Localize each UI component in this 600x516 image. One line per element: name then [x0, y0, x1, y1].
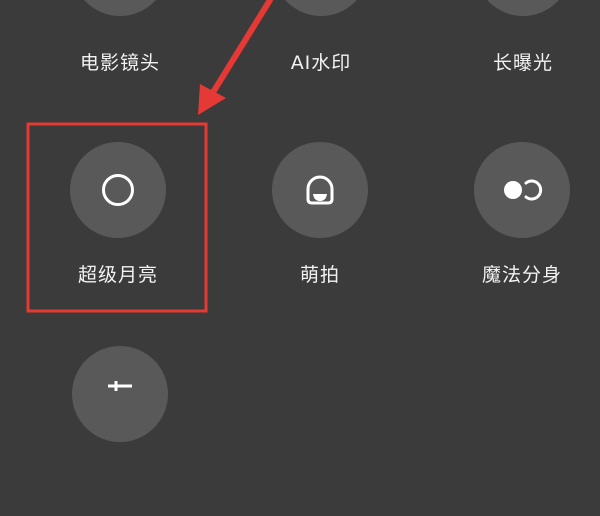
mode-ai-watermark[interactable]: AI水印	[241, 0, 401, 90]
ai-watermark-icon	[273, 0, 369, 16]
mode-adjust[interactable]	[40, 346, 200, 516]
mode-long-exposure[interactable]: 长曝光	[443, 0, 600, 90]
mode-label: 电影镜头	[79, 52, 160, 74]
camera-mode-grid: 电影镜头 AI水印 长曝光 超级月亮 萌拍 魔法分身	[0, 0, 600, 442]
mode-film-lens[interactable]: 电影镜头	[40, 0, 200, 90]
mode-label: 长曝光	[492, 52, 553, 74]
mode-super-moon[interactable]: 超级月亮	[38, 142, 198, 312]
adjust-icon	[108, 381, 132, 391]
mode-label: 魔法分身	[481, 264, 562, 286]
mode-magic-clone[interactable]: 魔法分身	[442, 142, 600, 312]
adjust-tile	[72, 346, 168, 442]
clone-tile	[474, 142, 570, 238]
long-exposure-icon	[475, 0, 571, 16]
moon-circle-tile	[70, 142, 166, 238]
moon-circle-icon	[102, 174, 134, 206]
cute-shot-tile	[272, 142, 368, 238]
mode-label: 超级月亮	[77, 264, 158, 286]
mode-cute-shot[interactable]: 萌拍	[240, 142, 400, 312]
mode-label: 萌拍	[299, 264, 340, 286]
clone-icon	[504, 179, 543, 201]
cute-shot-icon	[306, 175, 334, 205]
film-lens-icon	[72, 0, 168, 16]
arrow-head-icon	[198, 84, 226, 115]
mode-label: AI水印	[290, 52, 352, 74]
